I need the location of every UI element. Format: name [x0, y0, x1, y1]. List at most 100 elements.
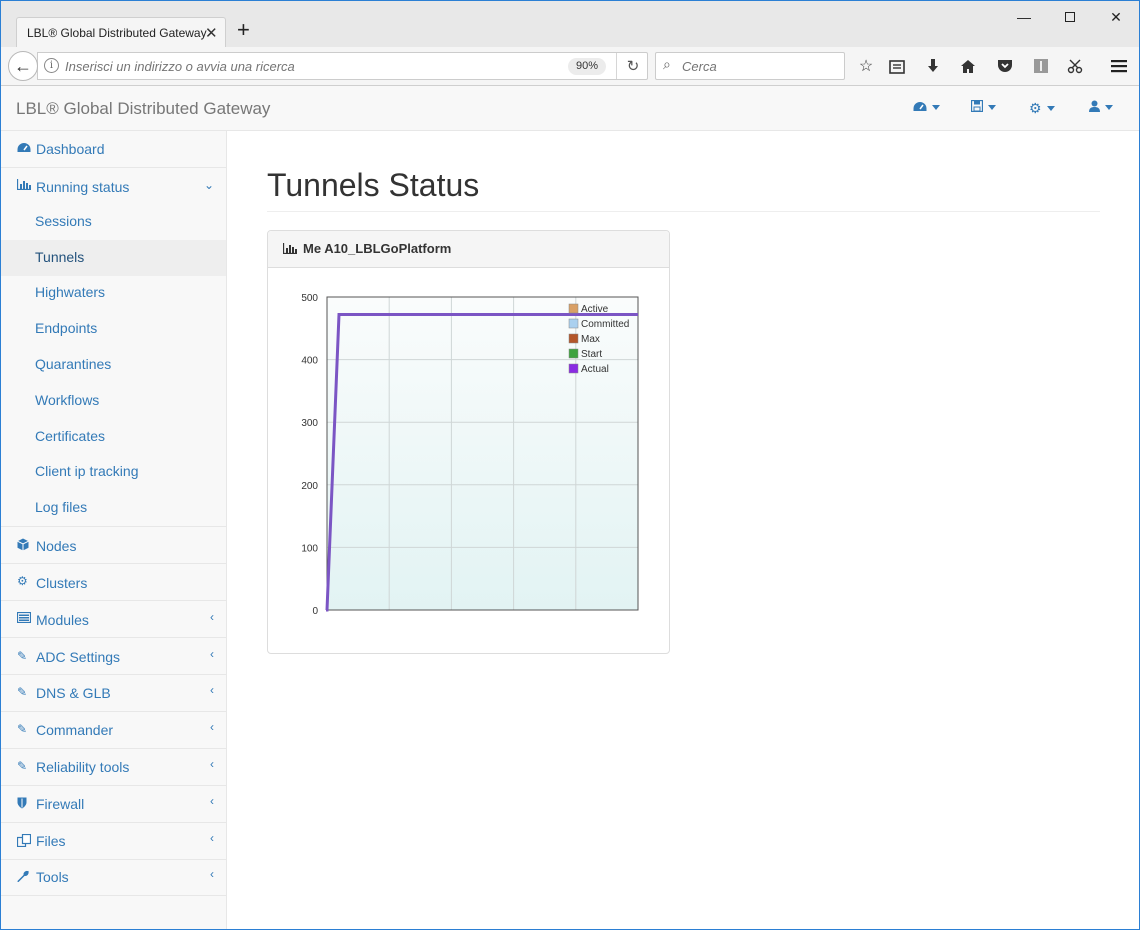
shield-icon [17, 797, 27, 812]
browser-tab[interactable]: LBL® Global Distributed Gateway ✕ [16, 17, 226, 47]
sidebar-item-nodes[interactable]: Nodes [1, 527, 226, 564]
navigation-toolbar: i 90% ↻ ← ⌕ ☆ [1, 47, 1139, 86]
info-icon[interactable]: i [44, 58, 59, 73]
y-tick-label: 300 [301, 418, 318, 429]
page-title: Tunnels Status [267, 167, 480, 203]
sidebar-subitem-client-ip-tracking[interactable]: Client ip tracking [1, 454, 226, 490]
title-bar: LBL® Global Distributed Gateway ✕ + — ✕ [1, 1, 1139, 47]
legend-swatch [568, 318, 579, 329]
sidebar-item-label: Firewall [36, 796, 85, 812]
tab-close-icon[interactable]: ✕ [205, 24, 218, 42]
chevron-left-icon: ‹ [210, 647, 214, 661]
list-icon [16, 611, 32, 626]
url-bar[interactable]: i 90% ↻ [37, 52, 648, 80]
sidebar-item-tools[interactable]: Tools ‹ [1, 860, 226, 896]
sidebar-item-clusters[interactable]: ⚙ Clusters [1, 564, 226, 601]
files-icon [16, 833, 32, 850]
edit-icon: ✎ [17, 649, 28, 663]
user-menu-button[interactable] [1089, 100, 1113, 115]
sidebar-item-commander[interactable]: ✎ Commander ‹ [1, 712, 226, 749]
y-tick-label: 100 [301, 543, 318, 554]
maximize-icon[interactable] [1047, 1, 1093, 33]
reload-icon[interactable]: ↻ [616, 53, 649, 79]
sidebar-item-files[interactable]: Files ‹ [1, 823, 226, 860]
sidebar-subitem-label: Endpoints [35, 320, 98, 336]
edit-icon: ✎ [17, 685, 28, 699]
sidebar-subitem-workflows[interactable]: Workflows [1, 383, 226, 419]
sidebar-item-label: Dashboard [36, 141, 105, 157]
sidebar-item-label: Modules [36, 612, 89, 628]
bar-chart-icon [16, 179, 31, 193]
sidebar-subitem-label: Quarantines [35, 356, 112, 372]
zoom-level-badge[interactable]: 90% [568, 58, 606, 75]
gears-icon: ⚙ [17, 574, 28, 588]
settings-menu-button[interactable]: ⚙ [1029, 100, 1055, 117]
sidebar-item-dashboard[interactable]: Dashboard [1, 131, 226, 168]
sidebar-subitem-label: Client ip tracking [35, 463, 139, 479]
sidebar-subitem-log-files[interactable]: Log files [1, 490, 226, 527]
user-icon [1089, 100, 1100, 112]
sidebar-subitem-label: Log files [35, 499, 88, 515]
sidebar-item-label: Files [36, 833, 66, 849]
y-tick-label: 400 [301, 356, 318, 367]
sidebar-item-adc-settings[interactable]: ✎ ADC Settings ‹ [1, 638, 226, 675]
home-icon[interactable] [956, 55, 980, 77]
search-bar[interactable]: ⌕ [655, 52, 845, 80]
dashboard-gauge-icon [17, 142, 31, 156]
dashboard-gauge-icon [913, 102, 927, 111]
sidebar-item-reliability-tools[interactable]: ✎ Reliability tools ‹ [1, 749, 226, 786]
legend-label: Actual [581, 364, 609, 375]
cube-icon [17, 538, 29, 554]
sidebar-subitem-tunnels[interactable]: Tunnels [1, 240, 226, 276]
new-tab-icon[interactable]: + [237, 19, 250, 41]
sidebar-subitem-label: Highwaters [35, 284, 106, 300]
screenshot-icon[interactable] [1064, 55, 1088, 77]
chevron-left-icon: ‹ [210, 683, 214, 697]
reading-list-icon[interactable] [885, 55, 909, 77]
sidebar-item-label: Commander [36, 722, 114, 738]
sidebar-item-firewall[interactable]: Firewall ‹ [1, 786, 226, 823]
sidebar-item-modules[interactable]: Modules ‹ [1, 601, 226, 638]
sidebar-subitem-sessions[interactable]: Sessions [1, 204, 226, 240]
pocket-icon[interactable] [993, 55, 1017, 77]
sidebar-subitem-endpoints[interactable]: Endpoints [1, 311, 226, 347]
sidebar-item-running-status[interactable]: Running status ⌄ [1, 168, 226, 205]
tab-title: LBL® Global Distributed Gateway [27, 26, 207, 40]
url-input[interactable] [65, 57, 565, 76]
sidebar-item-label: Tools [36, 869, 69, 885]
y-tick-label: 0 [312, 606, 318, 617]
close-window-icon[interactable]: ✕ [1093, 1, 1139, 33]
minimize-icon[interactable]: — [1001, 1, 1047, 33]
legend-swatch [568, 333, 579, 344]
y-tick-label: 500 [301, 293, 318, 304]
chevron-left-icon: ‹ [210, 610, 214, 624]
bookmark-star-icon[interactable]: ☆ [854, 55, 878, 77]
download-icon[interactable] [921, 55, 945, 77]
sidebar-subitem-label: Tunnels [35, 249, 85, 265]
chevron-left-icon: ‹ [210, 831, 214, 845]
save-icon [970, 99, 984, 113]
extension-icon[interactable] [1029, 55, 1053, 77]
save-menu-button[interactable] [970, 99, 996, 115]
edit-icon: ✎ [17, 722, 28, 736]
hamburger-menu-icon[interactable] [1107, 55, 1131, 77]
legend-swatch [568, 348, 579, 359]
back-arrow-icon: ← [14, 55, 32, 76]
search-input[interactable] [682, 57, 837, 76]
legend-swatch [568, 363, 579, 374]
dashboard-menu-button[interactable] [913, 100, 940, 115]
sidebar-subitem-quarantines[interactable]: Quarantines [1, 347, 226, 383]
sidebar-item-dns-glb[interactable]: ✎ DNS & GLB ‹ [1, 675, 226, 712]
app-brand[interactable]: LBL® Global Distributed Gateway [16, 99, 270, 119]
sidebar-subitem-highwaters[interactable]: Highwaters [1, 275, 226, 311]
sidebar-subitem-certificates[interactable]: Certificates [1, 419, 226, 455]
title-divider [267, 211, 1100, 212]
legend-label: Max [581, 334, 600, 345]
legend-swatch [568, 303, 579, 314]
legend-label: Active [581, 304, 609, 315]
back-button[interactable]: ← [8, 51, 38, 81]
sidebar-item-label: Nodes [36, 538, 77, 554]
sidebar-item-label: Clusters [36, 575, 88, 591]
sidebar-subitem-label: Workflows [35, 392, 100, 408]
search-icon: ⌕ [663, 56, 671, 72]
